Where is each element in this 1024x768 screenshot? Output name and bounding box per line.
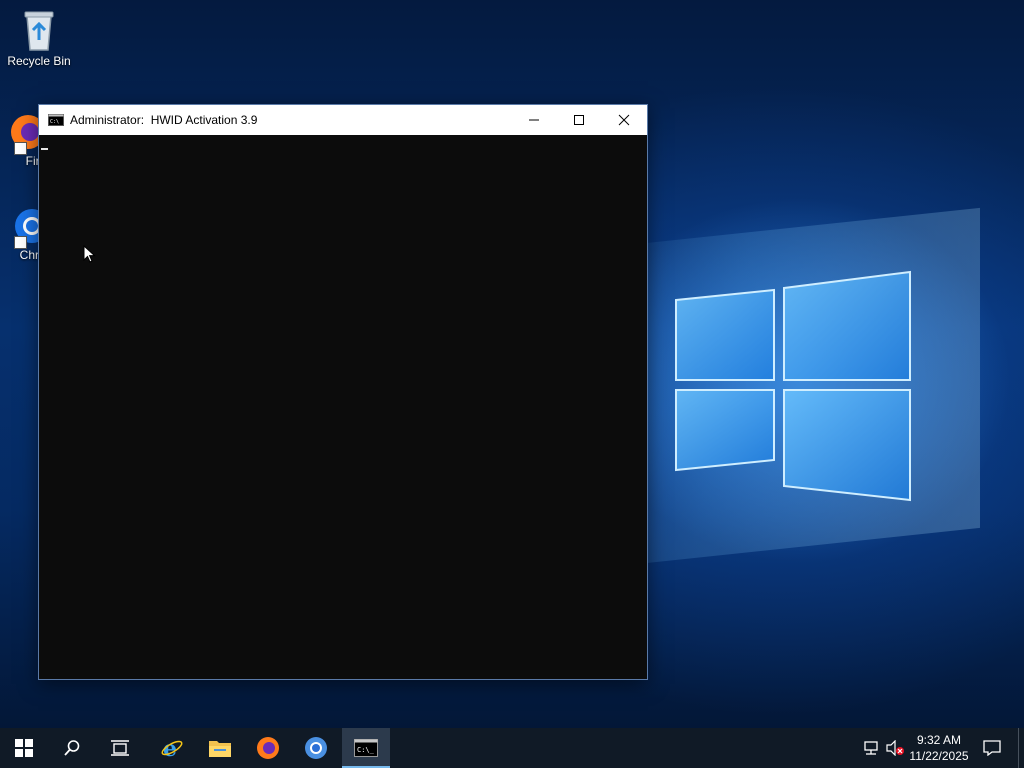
firefox-icon (257, 737, 279, 759)
shortcut-arrow-icon (14, 236, 27, 249)
close-icon (618, 114, 630, 126)
search-button[interactable] (48, 728, 96, 768)
maximize-icon (574, 115, 584, 125)
console-titlebar[interactable]: C:\ Administrator: HWID Activation 3.9 (39, 105, 647, 135)
start-button[interactable] (0, 728, 48, 768)
console-icon: C:\_ (354, 739, 378, 757)
internet-explorer-icon: e (161, 736, 183, 760)
clock-date: 11/22/2025 (909, 749, 969, 763)
action-center-button[interactable] (980, 728, 1004, 768)
close-button[interactable] (601, 105, 647, 135)
task-view-button[interactable] (96, 728, 144, 768)
taskbar-clock[interactable]: 9:32 AM 11/22/2025 (903, 728, 975, 768)
text-cursor (41, 148, 48, 150)
desktop-icon-recycle-bin[interactable]: Recycle Bin (0, 8, 78, 68)
mouse-pointer-icon (83, 245, 96, 263)
minimize-button[interactable] (511, 105, 557, 135)
console-window[interactable]: C:\ Administrator: HWID Activation 3.9 (38, 104, 648, 680)
taskbar-console[interactable]: C:\_ (342, 728, 390, 768)
taskbar-file-explorer[interactable] (196, 728, 244, 768)
file-explorer-icon (209, 741, 231, 757)
volume-muted-icon (886, 740, 904, 756)
notification-icon (983, 740, 1001, 756)
start-icon (15, 739, 33, 757)
svg-text:C:\_: C:\_ (357, 746, 375, 754)
task-view-icon (111, 740, 129, 756)
search-icon (64, 740, 80, 756)
console-title: Administrator: HWID Activation 3.9 (70, 113, 258, 127)
recycle-bin-icon (24, 11, 54, 51)
console-output[interactable] (39, 135, 647, 679)
shortcut-arrow-icon (14, 142, 27, 155)
console-icon: C:\ (48, 114, 64, 126)
taskbar: e C:\_ 9:32 AM 11/22/2025 (0, 728, 1024, 768)
network-icon (864, 741, 878, 755)
chrome-icon (305, 737, 327, 759)
tray-network[interactable] (860, 728, 882, 768)
taskbar-firefox[interactable] (244, 728, 292, 768)
taskbar-internet-explorer[interactable]: e (148, 728, 196, 768)
desktop-icon-label: Recycle Bin (7, 54, 71, 68)
clock-time: 9:32 AM (916, 733, 962, 747)
taskbar-chrome[interactable] (292, 728, 340, 768)
show-desktop-button[interactable] (1018, 728, 1024, 768)
svg-text:C:\: C:\ (50, 119, 59, 125)
maximize-button[interactable] (556, 105, 602, 135)
minimize-icon (529, 119, 539, 121)
